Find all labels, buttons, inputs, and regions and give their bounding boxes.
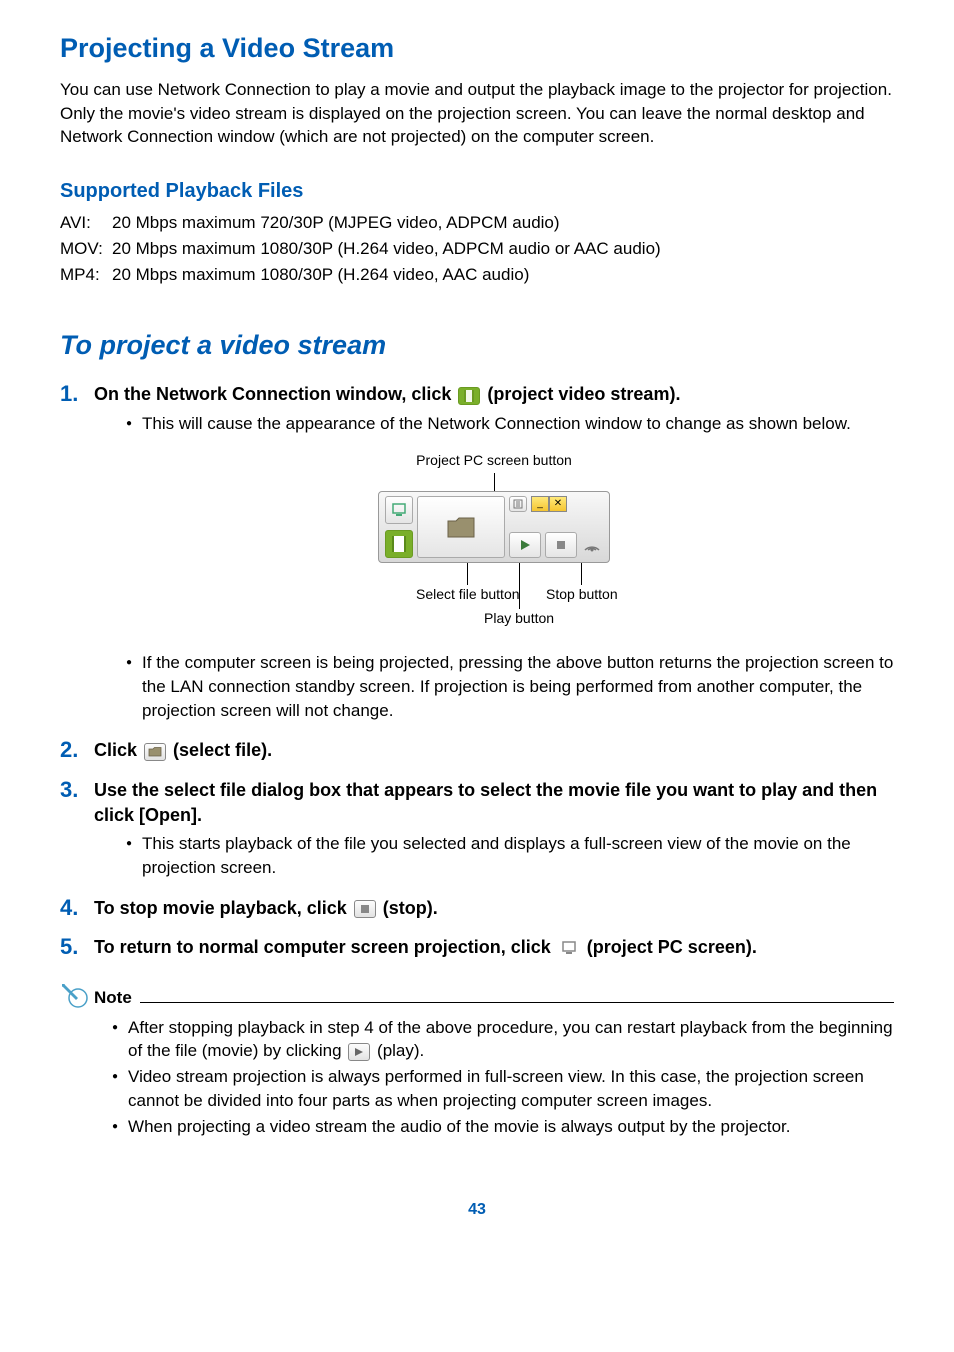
note-item: When projecting a video stream the audio… <box>112 1115 894 1139</box>
spec-label: MP4: <box>60 263 112 287</box>
step-title: To stop movie playback, click (stop). <box>94 896 894 921</box>
note-block: Note After stopping playback in step 4 o… <box>60 986 894 1139</box>
intro-paragraph: You can use Network Connection to play a… <box>60 78 894 149</box>
figure-label-play: Play button <box>484 609 554 629</box>
page-title: Projecting a Video Stream <box>60 30 894 68</box>
stop-button[interactable] <box>545 532 577 558</box>
step-title: On the Network Connection window, click … <box>94 382 894 407</box>
spec-text: 20 Mbps maximum 1080/30P (H.264 video, A… <box>112 263 529 287</box>
step-title: Use the select file dialog box that appe… <box>94 778 894 828</box>
spec-label: MOV: <box>60 237 112 261</box>
spec-row-mp4: MP4: 20 Mbps maximum 1080/30P (H.264 vid… <box>60 263 894 287</box>
note-item: After stopping playback in step 4 of the… <box>112 1016 894 1064</box>
step-5: 5. To return to normal computer screen p… <box>60 935 894 960</box>
step-number: 1. <box>60 382 94 724</box>
monitor-icon <box>558 939 580 957</box>
filmstrip-icon <box>458 387 480 405</box>
step-number: 4. <box>60 896 94 921</box>
menu-icon[interactable] <box>509 496 527 512</box>
project-video-stream-button[interactable] <box>385 530 413 558</box>
step-number: 3. <box>60 778 94 882</box>
window-controls: _ ✕ <box>531 496 567 512</box>
note-label: Note <box>94 986 132 1010</box>
close-button[interactable]: ✕ <box>549 496 567 512</box>
bullet-text: This will cause the appearance of the Ne… <box>126 412 894 436</box>
step-title: To return to normal computer screen proj… <box>94 935 894 960</box>
folder-icon <box>144 743 166 761</box>
toolbar-figure: Project PC screen button <box>94 449 894 643</box>
spec-row-mov: MOV: 20 Mbps maximum 1080/30P (H.264 vid… <box>60 237 894 261</box>
wireless-icon <box>581 538 603 552</box>
procedure-heading: To project a video stream <box>60 327 894 365</box>
page-number: 43 <box>60 1199 894 1221</box>
spec-label: AVI: <box>60 211 112 235</box>
spec-text: 20 Mbps maximum 1080/30P (H.264 video, A… <box>112 237 661 261</box>
step-3: 3. Use the select file dialog box that a… <box>60 778 894 882</box>
step-number: 2. <box>60 738 94 763</box>
play-icon <box>348 1043 370 1061</box>
step-1: 1. On the Network Connection window, cli… <box>60 382 894 724</box>
step-number: 5. <box>60 935 94 960</box>
note-item: Video stream projection is always perfor… <box>112 1065 894 1113</box>
supported-heading: Supported Playback Files <box>60 177 894 205</box>
step-2: 2. Click (select file). <box>60 738 894 763</box>
network-connection-toolbar: _ ✕ <box>378 491 610 563</box>
minimize-button[interactable]: _ <box>531 496 549 512</box>
spec-row-avi: AVI: 20 Mbps maximum 720/30P (MJPEG vide… <box>60 211 894 235</box>
figure-label-top: Project PC screen button <box>416 451 572 471</box>
bullet-text: This starts playback of the file you sel… <box>126 832 894 880</box>
figure-label-stop: Stop button <box>546 585 618 605</box>
step-title: Click (select file). <box>94 738 894 763</box>
bullet-text: If the computer screen is being projecte… <box>126 651 894 722</box>
pencil-icon <box>60 982 88 1008</box>
select-file-button[interactable] <box>417 496 505 558</box>
divider <box>140 1002 894 1003</box>
step-4: 4. To stop movie playback, click (stop). <box>60 896 894 921</box>
stop-icon <box>354 900 376 918</box>
play-button[interactable] <box>509 532 541 558</box>
spec-text: 20 Mbps maximum 720/30P (MJPEG video, AD… <box>112 211 560 235</box>
project-pc-screen-button[interactable] <box>385 496 413 524</box>
